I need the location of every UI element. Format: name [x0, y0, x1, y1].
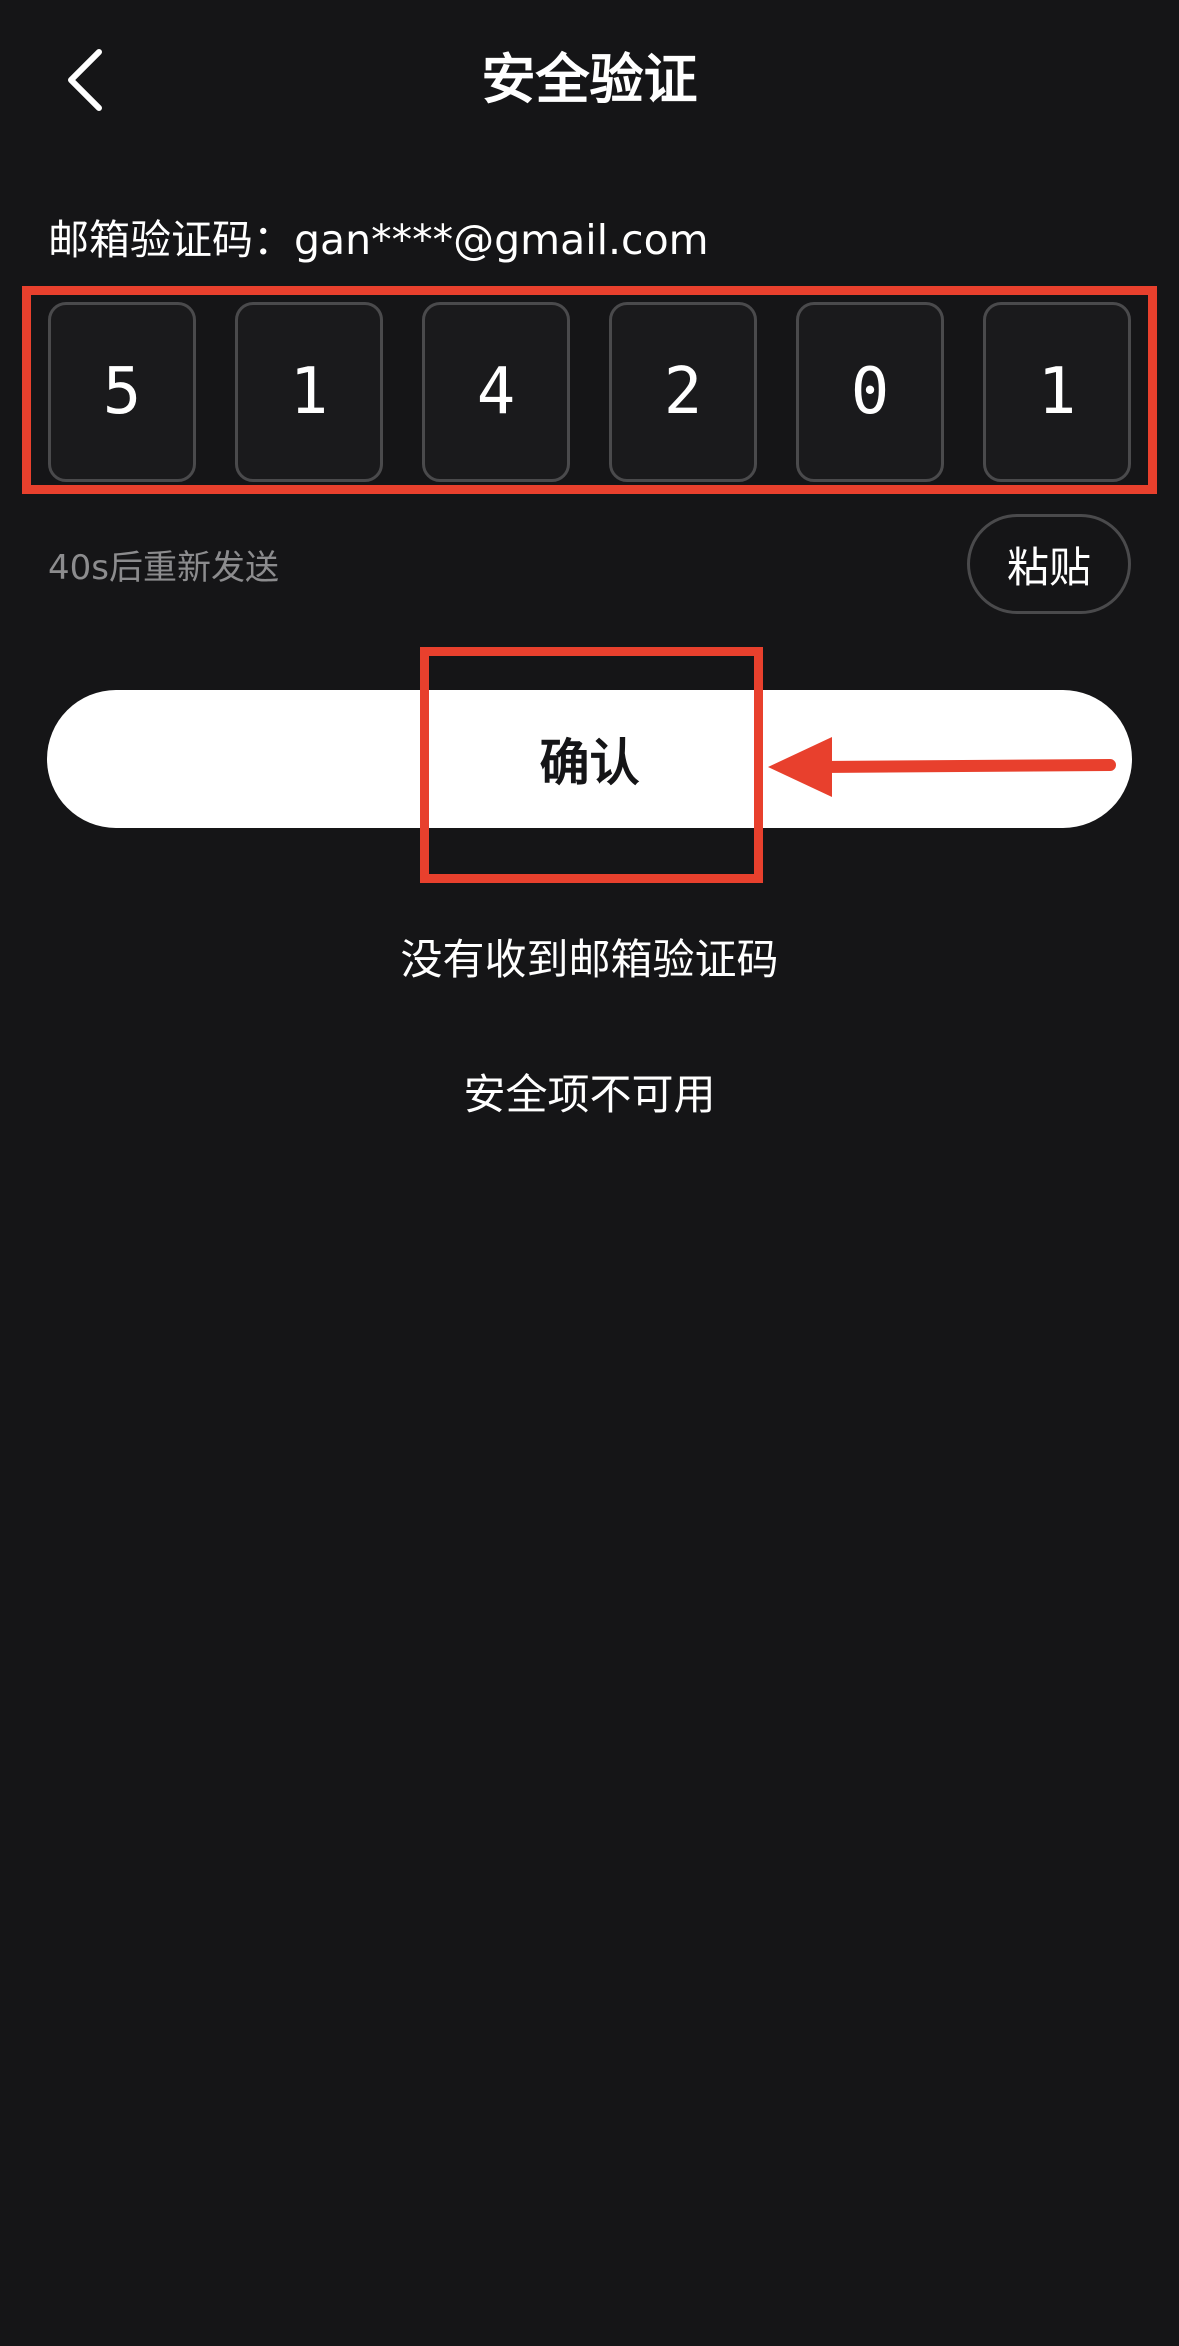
email-code-label: 邮箱验证码：gan****@gmail.com	[48, 216, 709, 264]
verification-code-input[interactable]: 5 1 4 2 0 1	[48, 302, 1131, 482]
confirm-button-label: 确认	[539, 734, 640, 792]
header: 安全验证	[0, 0, 1179, 160]
resend-countdown: 40s后重新发送	[48, 548, 279, 588]
no-code-received-link[interactable]: 没有收到邮箱验证码	[0, 930, 1179, 990]
code-digit-2[interactable]: 1	[235, 302, 383, 482]
code-digit-6[interactable]: 1	[983, 302, 1131, 482]
confirm-button[interactable]: 确认	[47, 690, 1132, 828]
security-unavailable-link[interactable]: 安全项不可用	[0, 1065, 1179, 1125]
paste-button[interactable]: 粘贴	[967, 514, 1131, 614]
code-digit-1[interactable]: 5	[48, 302, 196, 482]
code-digit-5[interactable]: 0	[796, 302, 944, 482]
page-title: 安全验证	[481, 48, 698, 111]
code-digit-3[interactable]: 4	[422, 302, 570, 482]
code-digit-4[interactable]: 2	[609, 302, 757, 482]
